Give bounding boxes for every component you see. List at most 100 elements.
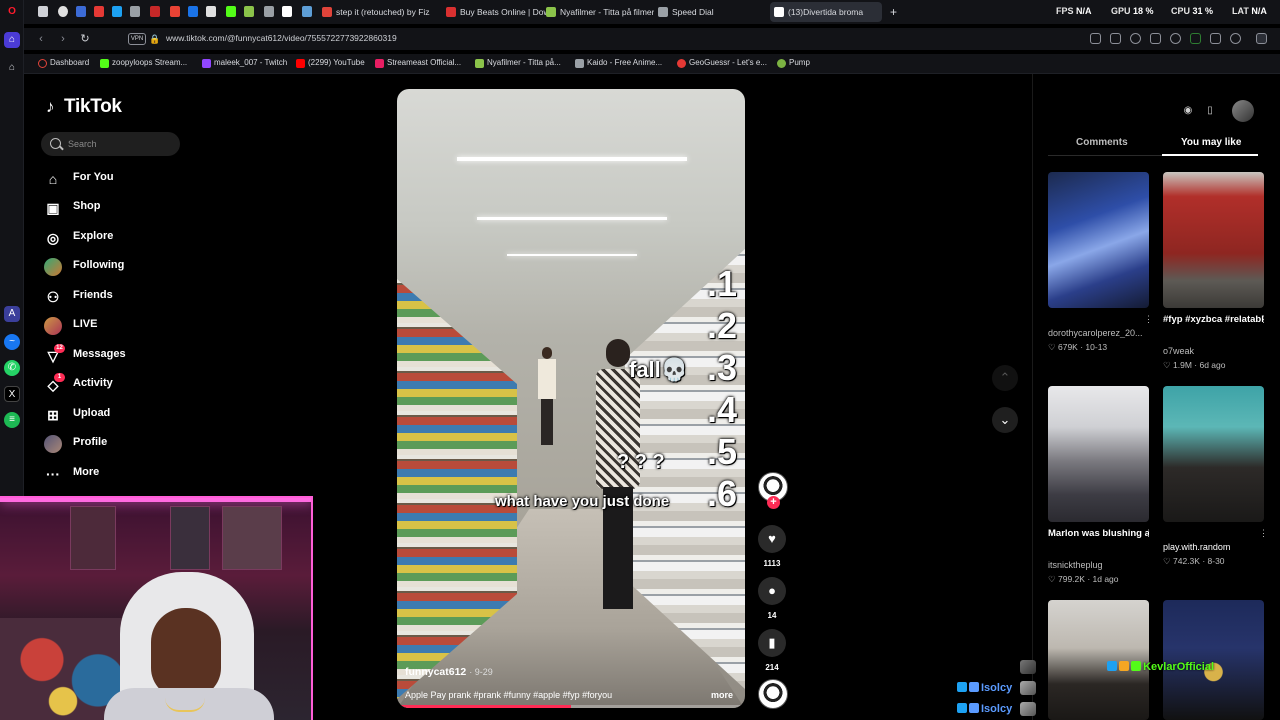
video-author[interactable]: funnycat612 [405, 666, 466, 678]
card-username[interactable]: dorothycarolperez_20... [1048, 328, 1149, 338]
bookmark-icon: ▮ [758, 629, 786, 657]
video-description-line: Apple Pay prank #prank #funny #apple #fy… [405, 690, 737, 700]
pinned-tab-icon[interactable] [302, 6, 312, 17]
back-icon[interactable]: ‹ [34, 32, 48, 46]
creator-avatar-button[interactable]: + [758, 472, 788, 509]
bookmarks-bar: Dashboard zoopyloops Stream... maleek_00… [24, 54, 1280, 74]
tab-speed-dial[interactable]: Speed Dial [654, 2, 754, 22]
lock-icon[interactable]: 🔒 [148, 32, 162, 46]
menu-icon[interactable] [1210, 33, 1221, 44]
pinned-tab-icon[interactable] [206, 6, 216, 17]
messenger-icon[interactable]: ~ [4, 334, 20, 350]
pinned-tab-icon[interactable] [244, 6, 254, 17]
tab-you-may-like[interactable]: You may like [1181, 137, 1241, 148]
pinned-tab-icon[interactable] [76, 6, 86, 17]
home-icon[interactable]: ⌂ [4, 32, 20, 48]
pinned-tab-icon[interactable] [264, 6, 274, 17]
video-thumbnail[interactable] [1048, 600, 1149, 720]
next-video-button[interactable]: ⌄ [992, 407, 1018, 433]
forward-icon[interactable]: › [56, 32, 70, 46]
card-title[interactable]: Marlon was blushing after... [1048, 528, 1149, 539]
tab-nyafilmer[interactable]: Nyafilmer - Titta på filmer [542, 2, 654, 22]
card-more-icon[interactable]: ⋮ [1259, 528, 1268, 539]
bookmark-dashboard[interactable]: Dashboard [38, 58, 89, 68]
bookmark-pump[interactable]: Pump [777, 58, 810, 68]
like-button[interactable]: ♥ 1113 [758, 525, 786, 568]
recommended-video-card[interactable]: ⋮ dorothycarolperez_20... ♡ 679K · 10-13 [1048, 172, 1153, 354]
spotify-icon[interactable]: ≡ [4, 412, 20, 428]
more-button[interactable]: more [711, 690, 733, 700]
tab-label: (13)Divertida broma [788, 7, 864, 17]
card-more-icon[interactable]: ⋮ [1144, 314, 1153, 325]
compass-icon[interactable]: ◉ [1180, 103, 1196, 119]
bookmark-nyafilmer[interactable]: Nyafilmer - Titta på... [475, 58, 561, 68]
profile-icon[interactable] [1230, 33, 1241, 44]
x-icon[interactable]: X [4, 386, 20, 402]
bookmark-youtube[interactable]: (2299) YouTube [296, 58, 365, 68]
camera-icon[interactable] [1110, 33, 1121, 44]
pinned-tab-icon[interactable] [188, 6, 198, 17]
video-progress-bar[interactable] [397, 705, 745, 708]
recommended-video-card[interactable]: ⋮ play.with.random ♡ 742.3K · 8-30 [1163, 386, 1268, 568]
video-thumbnail[interactable] [1163, 386, 1264, 522]
download-icon[interactable] [1190, 33, 1201, 44]
recommended-video-card[interactable]: ⋮ #fyp #xyzbca #relatable #funn... o7wea… [1163, 172, 1268, 372]
play-icon[interactable] [1150, 33, 1161, 44]
pinned-tab-icon[interactable] [112, 6, 122, 17]
tab-comments[interactable]: Comments [1076, 137, 1128, 148]
recommended-video-card[interactable] [1163, 600, 1264, 720]
whatsapp-icon[interactable]: ✆ [4, 360, 20, 376]
pinned-tab-icon[interactable] [38, 6, 48, 17]
pinned-tab-icon[interactable] [226, 6, 236, 17]
tab-buy-beats[interactable]: Buy Beats Online | Download [442, 2, 554, 22]
bookmark-geoguessr[interactable]: GeoGuessr - Let's e... [677, 58, 767, 68]
user-avatar[interactable] [1232, 100, 1254, 122]
bookmark-streameast[interactable]: Streameast Official... [375, 58, 461, 68]
opera-logo-icon[interactable]: O [4, 4, 20, 20]
tab-favicon-icon [774, 7, 784, 17]
tab-tiktok-active[interactable]: (13)Divertida broma [770, 2, 882, 22]
vpn-badge[interactable]: VPN [128, 33, 146, 45]
video-thumbnail[interactable] [1048, 172, 1149, 308]
bookmark-kick[interactable]: zoopyloops Stream... [100, 58, 187, 68]
recommended-video-card[interactable] [1048, 600, 1149, 720]
bookmark-twitch[interactable]: maleek_007 - Twitch [202, 58, 287, 68]
recommended-video-card[interactable]: ⋮ Marlon was blushing after... itsnickth… [1048, 386, 1153, 586]
card-username[interactable]: o7weak [1163, 346, 1264, 356]
save-button[interactable]: ▮ 214 [758, 629, 786, 672]
phone-icon[interactable]: ▯ [1202, 103, 1218, 119]
url-text[interactable]: www.tiktok.com/@funnycat612/video/755572… [166, 33, 397, 43]
pinned-tab-icon[interactable] [130, 6, 140, 17]
pinned-tab-icon[interactable] [94, 6, 104, 17]
follow-plus-icon[interactable]: + [767, 496, 780, 509]
bookmark-kaido[interactable]: Kaido - Free Anime... [575, 58, 663, 68]
bookmark-icon[interactable]: ⌂ [4, 60, 20, 76]
previous-video-button[interactable]: ⌃ [992, 365, 1018, 391]
pinned-tab-icon[interactable] [170, 6, 180, 17]
video-thumbnail[interactable] [1048, 386, 1149, 522]
reload-icon[interactable]: ↻ [78, 32, 92, 46]
pinned-tab-icon[interactable] [58, 6, 68, 17]
search-input[interactable]: Search [41, 132, 180, 156]
comment-button[interactable]: ● 14 [758, 577, 786, 620]
aria-icon[interactable]: A [4, 306, 20, 322]
bookmark-label: Kaido - Free Anime... [587, 58, 663, 67]
video-thumbnail[interactable] [1163, 172, 1264, 308]
tab-step-it[interactable]: step it (retouched) by Fizz [318, 2, 430, 22]
new-tab-button[interactable]: + [884, 2, 904, 22]
extensions-icon[interactable] [1256, 33, 1267, 44]
video-thumbnail[interactable] [1163, 600, 1264, 720]
chat-message: KevlarOfficial [1107, 661, 1214, 673]
card-username[interactable]: play.with.random [1163, 542, 1264, 552]
sound-avatar-button[interactable] [758, 679, 788, 709]
tiktok-logo[interactable]: ♪ TikTok [46, 96, 122, 118]
pinned-tab-icon[interactable] [282, 6, 292, 17]
pinned-tab-icon[interactable] [150, 6, 160, 17]
video-player[interactable]: .1 .2 .3 .4 .5 .6 fall💀 ? ? ? what have … [397, 89, 745, 708]
shield-icon[interactable] [1130, 33, 1141, 44]
edit-icon[interactable] [1090, 33, 1101, 44]
card-title[interactable]: #fyp #xyzbca #relatable #funn... [1163, 314, 1264, 325]
video-date: · 9-29 [469, 667, 493, 677]
heart-icon[interactable] [1170, 33, 1181, 44]
card-username[interactable]: itsnicktheplug [1048, 560, 1149, 570]
